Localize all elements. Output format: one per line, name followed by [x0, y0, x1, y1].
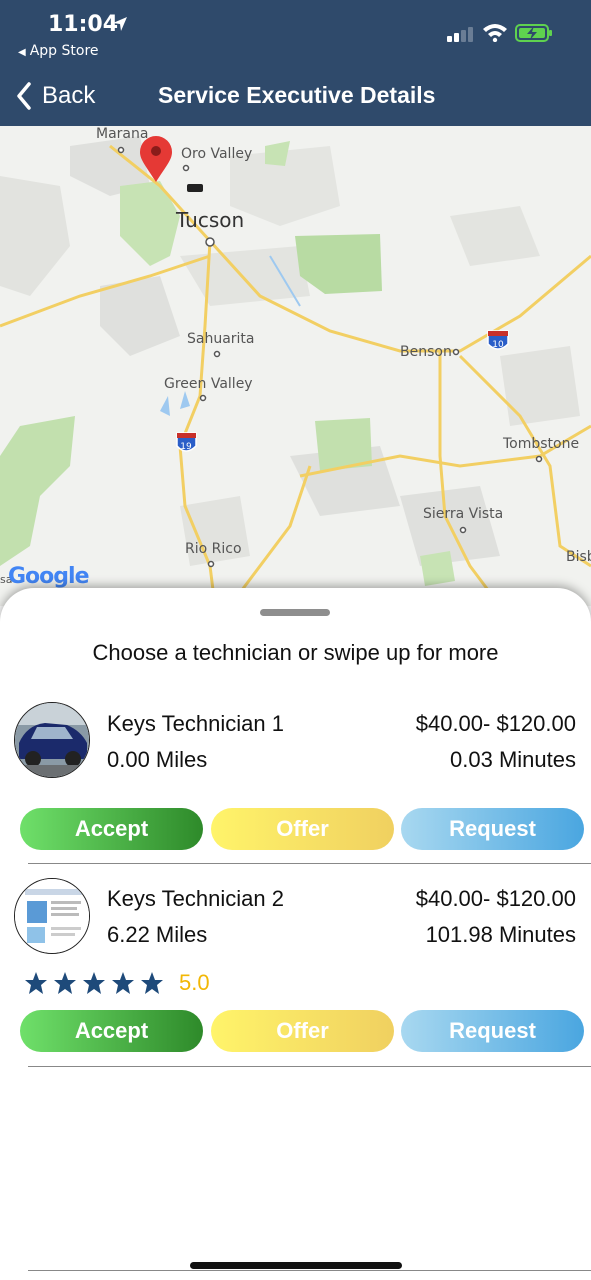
technician-bottom-sheet[interactable]: Choose a technician or swipe up for more… — [0, 588, 591, 1280]
map-canvas: 10 19 — [0, 136, 591, 606]
place-label: Bisb — [566, 549, 591, 565]
back-to-app-label: App Store — [29, 43, 99, 59]
divider — [28, 1270, 591, 1271]
star-icon — [112, 972, 134, 994]
technician-price: $40.00- $120.00 — [415, 711, 576, 736]
technician-name: Keys Technician 1 — [107, 711, 284, 736]
place-label: Sierra Vista — [423, 506, 504, 522]
place-label: Benson — [400, 344, 452, 360]
battery-charging-icon — [515, 24, 552, 42]
place-label: Oro Valley — [181, 146, 253, 162]
cellular-signal-icon — [447, 27, 473, 42]
technician-distance: 6.22 Miles — [107, 922, 208, 947]
technician-avatar — [14, 878, 90, 954]
back-triangle-icon: ◀ — [18, 47, 26, 58]
place-label: Marana — [96, 126, 149, 142]
request-button[interactable]: Request — [401, 808, 584, 850]
accept-button[interactable]: Accept — [20, 808, 203, 850]
rating-value: 5.0 — [179, 970, 210, 995]
offer-button[interactable]: Offer — [211, 808, 394, 850]
chevron-left-icon — [17, 82, 31, 110]
back-to-app-store[interactable]: ◀ App Store — [18, 43, 99, 59]
sheet-prompt: Choose a technician or swipe up for more — [92, 640, 499, 665]
technician-avatar — [14, 702, 90, 778]
technician-price: $40.00- $120.00 — [415, 886, 576, 911]
navigation-bar: Back Service Executive Details — [0, 66, 591, 126]
highway-10-shield: 10 — [487, 330, 509, 350]
accept-button[interactable]: Accept — [20, 1010, 203, 1052]
star-icon — [25, 972, 47, 994]
divider — [28, 1066, 591, 1067]
technician-eta: 101.98 Minutes — [425, 922, 576, 947]
place-label: Sahuarita — [187, 331, 255, 347]
page-title: Service Executive Details — [158, 82, 436, 108]
clock: 11:04 — [48, 12, 119, 37]
map-view[interactable]: 10 19 Marana Oro Valley Tucson Sahuarita… — [0, 126, 591, 606]
technician-eta: 0.03 Minutes — [450, 747, 576, 772]
offer-button[interactable]: Offer — [211, 1010, 394, 1052]
star-icon — [141, 972, 163, 994]
location-arrow-icon — [113, 17, 127, 31]
back-button[interactable]: Back — [16, 81, 95, 111]
technician-name: Keys Technician 2 — [107, 886, 284, 911]
star-rating: 5.0 — [24, 970, 210, 996]
status-bar: 11:04 ◀ App Store — [0, 0, 591, 66]
back-label: Back — [42, 82, 96, 109]
home-indicator[interactable] — [190, 1262, 402, 1269]
svg-text:19: 19 — [180, 442, 192, 452]
google-logo: Google — [8, 564, 89, 589]
wifi-icon — [483, 24, 507, 42]
place-label: Green Valley — [164, 376, 253, 392]
place-label: Tucson — [176, 208, 245, 232]
sheet-grabber-handle[interactable] — [260, 609, 330, 616]
technician-distance: 0.00 Miles — [107, 747, 208, 772]
airport-icon — [187, 184, 203, 192]
highway-19-shield: 19 — [176, 432, 197, 452]
divider — [28, 863, 591, 864]
star-icon — [83, 972, 105, 994]
place-label: Rio Rico — [185, 541, 242, 557]
svg-text:10: 10 — [492, 340, 504, 350]
star-icon — [54, 972, 76, 994]
place-label: Tombstone — [503, 436, 580, 452]
request-button[interactable]: Request — [401, 1010, 584, 1052]
